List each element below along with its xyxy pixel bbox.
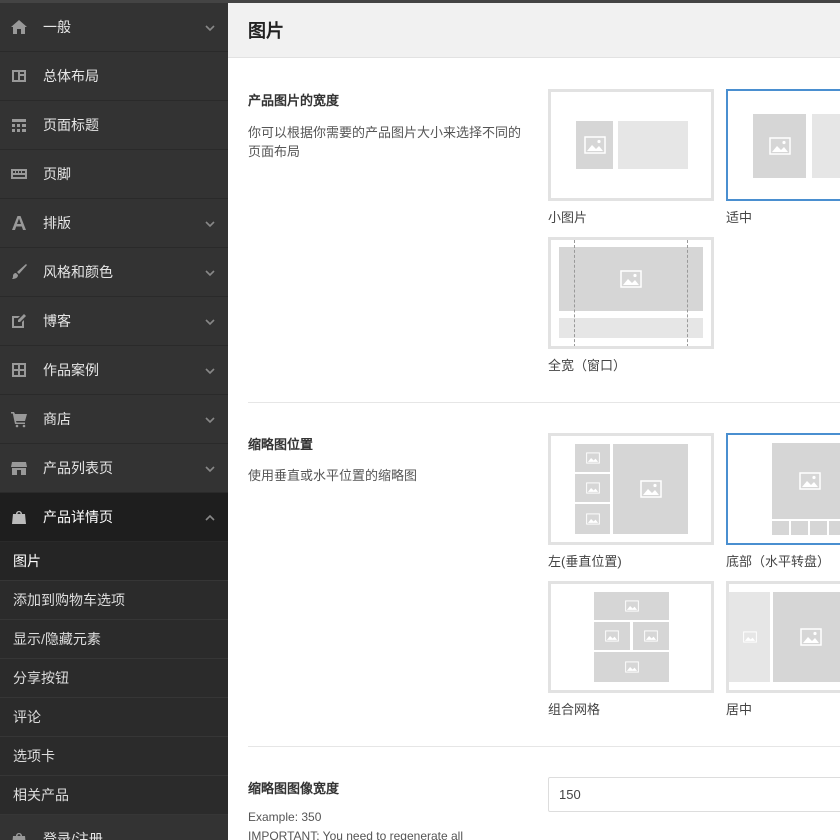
grid-image-placeholder	[594, 592, 669, 620]
chevron-down-icon	[204, 217, 216, 229]
option-medium-image[interactable]	[726, 89, 840, 201]
chevron-down-icon	[204, 462, 216, 474]
grid-icon	[10, 361, 28, 379]
thumbnail-placeholder	[575, 474, 610, 502]
section-desc: 你可以根据你需要的产品图片大小来选择不同的页面布局	[248, 125, 522, 159]
option-label: 适中	[726, 210, 753, 225]
sidebar-item-general[interactable]: 一般	[0, 3, 228, 52]
image-placeholder-icon	[753, 114, 806, 178]
content-placeholder	[618, 121, 688, 169]
footer-keyboard-icon	[10, 165, 28, 183]
option-full-width[interactable]	[548, 237, 714, 349]
typography-icon	[10, 214, 28, 232]
thumbnail-placeholder	[829, 521, 840, 535]
brush-icon	[10, 263, 28, 281]
sidebar-item-login[interactable]: 登录/注册	[0, 815, 228, 840]
thumbnail-placeholder	[575, 504, 610, 534]
sidebar-item-label: 排版	[43, 215, 71, 231]
option-label: 底部（水平转盘）	[726, 554, 831, 569]
sidebar-item-label: 风格和颜色	[43, 264, 113, 280]
sidebar-item-shop[interactable]: 商店	[0, 395, 228, 444]
image-placeholder-icon	[559, 247, 703, 311]
sidebar-item-style-colors[interactable]: 风格和颜色	[0, 248, 228, 297]
option-label: 左(垂直位置)	[548, 554, 622, 569]
chevron-down-icon	[204, 315, 216, 327]
option-label: 居中	[726, 702, 753, 717]
chevron-down-icon	[204, 413, 216, 425]
image-placeholder-icon	[773, 592, 840, 682]
edit-icon	[10, 312, 28, 330]
sidebar-item-label: 产品详情页	[43, 509, 113, 525]
section-desc: 使用垂直或水平位置的缩略图	[248, 468, 418, 483]
option-label: 小图片	[548, 210, 588, 225]
divider	[248, 402, 840, 403]
thumbnail-placeholder	[810, 521, 827, 535]
content-placeholder	[812, 114, 840, 178]
layout-icon	[10, 67, 28, 85]
chevron-down-icon	[204, 21, 216, 33]
thumbnail-width-input[interactable]	[548, 777, 840, 812]
option-centered[interactable]	[726, 581, 840, 693]
subnav-item-reviews[interactable]: 评论	[0, 698, 228, 737]
sidebar-item-label: 博客	[43, 313, 71, 329]
header-grid-icon	[10, 116, 28, 134]
sidebar-item-page-title[interactable]: 页面标题	[0, 101, 228, 150]
option-thumbnails-bottom[interactable]	[726, 433, 840, 545]
sidebar-item-label: 一般	[43, 19, 71, 35]
bag-icon	[10, 508, 28, 526]
chevron-down-icon	[204, 266, 216, 278]
option-small-image[interactable]	[548, 89, 714, 201]
option-combined-grid[interactable]	[548, 581, 714, 693]
boundary-line	[687, 240, 688, 346]
sidebar-item-layout[interactable]: 总体布局	[0, 52, 228, 101]
image-placeholder-icon	[613, 444, 688, 534]
image-placeholder-icon	[772, 443, 840, 519]
option-thumbnails-left[interactable]	[548, 433, 714, 545]
login-icon	[10, 830, 28, 840]
sidebar-item-typography[interactable]: 排版	[0, 199, 228, 248]
subnav-item-add-to-cart[interactable]: 添加到购物车选项	[0, 581, 228, 620]
sidebar-item-label: 总体布局	[43, 68, 99, 84]
page-title: 图片	[248, 21, 284, 41]
option-label: 全宽（窗口）	[548, 358, 627, 373]
subnav-item-related[interactable]: 相关产品	[0, 776, 228, 815]
image-placeholder-icon	[576, 121, 613, 169]
subnav-item-tabs[interactable]: 选项卡	[0, 737, 228, 776]
home-icon	[10, 18, 28, 36]
sidebar-item-label: 产品列表页	[43, 460, 113, 476]
chevron-up-icon	[204, 511, 216, 523]
sidebar-item-portfolio[interactable]: 作品案例	[0, 346, 228, 395]
sidebar-item-label: 商店	[43, 411, 71, 427]
page-header: 图片	[228, 3, 840, 58]
sidebar-item-footer[interactable]: 页脚	[0, 150, 228, 199]
thumbnail-placeholder	[772, 521, 789, 535]
side-image-placeholder	[729, 592, 770, 682]
subnav-item-images[interactable]: 图片	[0, 542, 228, 581]
option-label: 组合网格	[548, 702, 601, 717]
important-note: IMPORTANT: You need to regenerate all	[248, 829, 464, 840]
grid-image-placeholder	[594, 622, 630, 650]
subnav-item-show-hide[interactable]: 显示/隐藏元素	[0, 620, 228, 659]
divider	[248, 746, 840, 747]
sidebar-item-label: 页脚	[43, 166, 71, 182]
sidebar-item-blog[interactable]: 博客	[0, 297, 228, 346]
boundary-line	[574, 240, 575, 346]
thumbnail-placeholder	[791, 521, 808, 535]
sidebar-item-product-list[interactable]: 产品列表页	[0, 444, 228, 493]
grid-image-placeholder	[633, 622, 669, 650]
content-placeholder	[559, 318, 703, 338]
main-panel: 图片 产品图片的宽度 你可以根据你需要的产品图片大小来选择不同的页面布局 小图片…	[228, 3, 840, 840]
sidebar: 一般 总体布局 页面标题 页脚 排版 风格和颜色 博客 作品案例 商店 产品列表…	[0, 3, 228, 840]
cart-icon	[10, 410, 28, 428]
chevron-down-icon	[204, 364, 216, 376]
sidebar-item-label: 页面标题	[43, 117, 99, 133]
sidebar-item-label: 作品案例	[43, 362, 99, 378]
grid-image-placeholder	[594, 652, 669, 682]
sidebar-item-product-detail[interactable]: 产品详情页	[0, 493, 228, 542]
subnav-item-share[interactable]: 分享按钮	[0, 659, 228, 698]
sidebar-item-label: 登录/注册	[43, 831, 103, 840]
store-icon	[10, 459, 28, 477]
thumbnail-placeholder	[575, 444, 610, 472]
